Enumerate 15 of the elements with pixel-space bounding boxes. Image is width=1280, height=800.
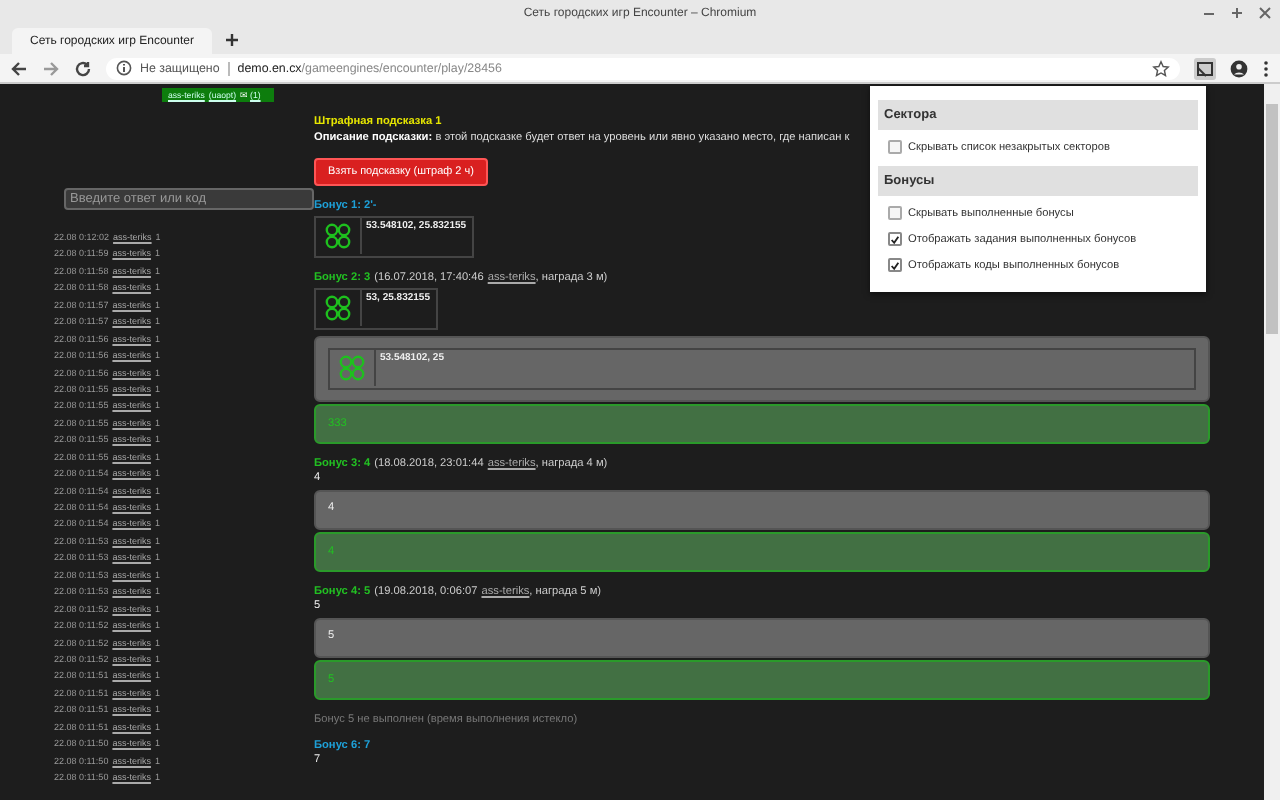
new-tab-icon[interactable]: [224, 32, 240, 48]
info-icon[interactable]: [116, 60, 132, 76]
checkbox[interactable]: [888, 258, 902, 272]
checkbox[interactable]: [888, 140, 902, 154]
back-icon[interactable]: [10, 59, 28, 77]
maximize-icon[interactable]: [1230, 6, 1244, 20]
account-icon[interactable]: [1230, 59, 1248, 77]
star-icon[interactable]: [1152, 59, 1170, 77]
cast-icon[interactable]: [1194, 57, 1216, 79]
menu-icon[interactable]: [1262, 59, 1270, 77]
checkbox[interactable]: [888, 232, 902, 246]
reload-icon[interactable]: [74, 59, 92, 77]
forward-icon[interactable]: [42, 59, 60, 77]
checkbox[interactable]: [888, 206, 902, 220]
close-icon[interactable]: [1258, 6, 1272, 20]
